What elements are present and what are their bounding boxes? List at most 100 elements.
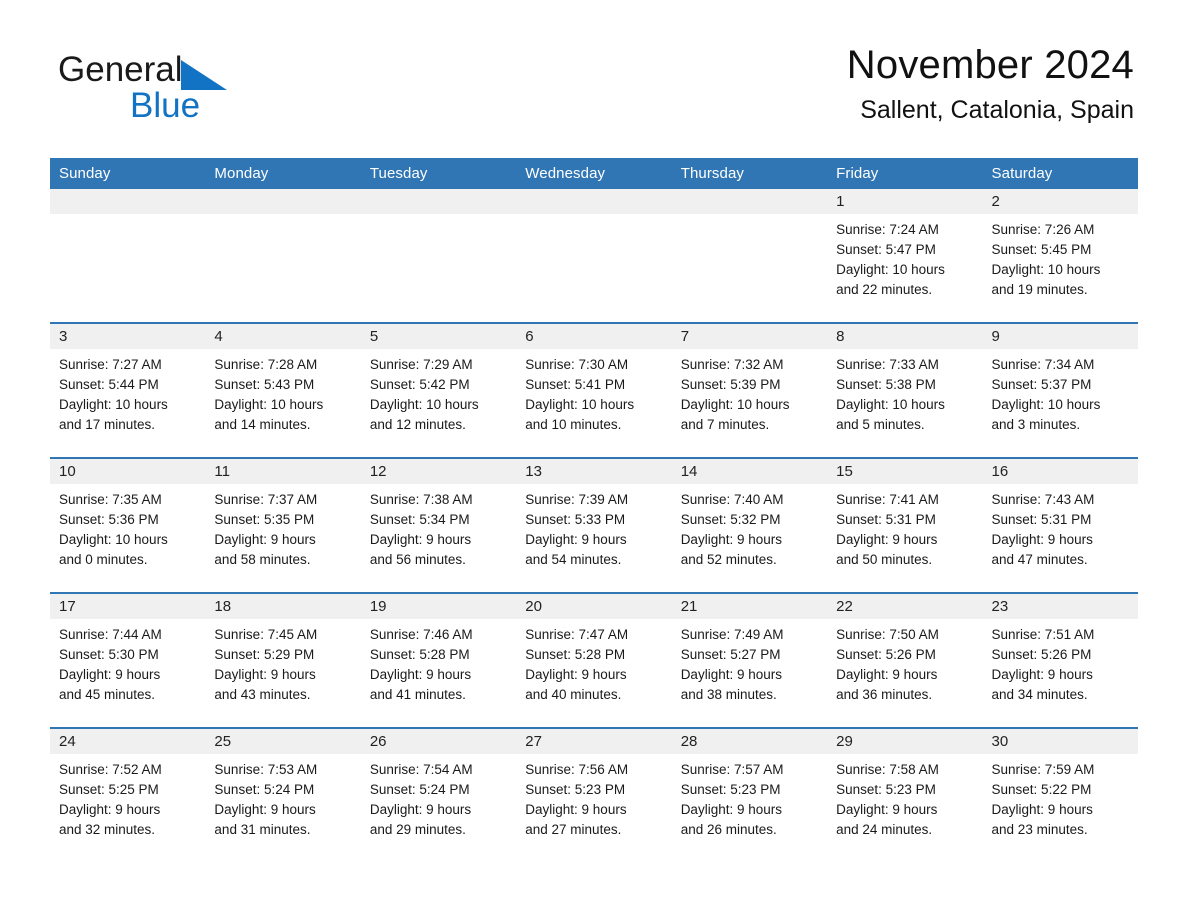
day-details: Sunrise: 7:33 AM Sunset: 5:38 PM Daylight:… (827, 349, 982, 435)
page-title: November 2024 (846, 43, 1134, 87)
day-detail-daylight-line2: and 52 minutes. (680, 552, 777, 567)
day-detail-sunset: Sunset: 5:30 PM (59, 647, 159, 662)
day-number: 27 (516, 729, 672, 754)
day-detail-sunrise: Sunrise: 7:51 AM (991, 627, 1095, 642)
calendar-day-cell[interactable]: 12 Sunrise: 7:38 AM Sunset: 5:34 PM Dayligh… (360, 457, 517, 593)
day-detail-sunset: Sunset: 5:44 PM (59, 377, 159, 392)
weekday-header-thursday: Thursday (671, 158, 828, 189)
day-detail-sunset: Sunset: 5:24 PM (214, 782, 315, 797)
calendar-day-cell[interactable]: 22 Sunrise: 7:50 AM Sunset: 5:26 PM Dayligh… (827, 592, 983, 728)
day-detail-daylight-line2: and 22 minutes. (836, 282, 933, 297)
day-number: 21 (671, 594, 828, 619)
day-detail-sunset: Sunset: 5:31 PM (991, 512, 1092, 527)
day-detail-sunrise: Sunrise: 7:32 AM (680, 357, 784, 372)
calendar-day-cell[interactable]: 30 Sunrise: 7:59 AM Sunset: 5:22 PM Dayligh… (982, 727, 1138, 862)
calendar-day-cell[interactable]: 10 Sunrise: 7:35 AM Sunset: 5:36 PM Dayligh… (50, 457, 206, 593)
calendar-day-cell[interactable]: 17 Sunrise: 7:44 AM Sunset: 5:30 PM Dayligh… (50, 592, 206, 728)
day-detail-sunset: Sunset: 5:31 PM (836, 512, 936, 527)
day-number: 7 (671, 324, 828, 349)
day-cell-content: 9 Sunrise: 7:34 AM Sunset: 5:37 PM Daylight… (982, 324, 1138, 457)
day-detail-daylight-line2: and 24 minutes. (836, 822, 933, 837)
day-detail-sunset: Sunset: 5:28 PM (369, 647, 470, 662)
day-details: Sunrise: 7:50 AM Sunset: 5:26 PM Daylight:… (827, 619, 982, 705)
day-detail-daylight-line2: and 17 minutes. (59, 417, 156, 432)
weekday-header-monday: Monday (205, 158, 361, 189)
day-number (50, 189, 206, 214)
calendar-day-cell[interactable]: 25 Sunrise: 7:53 AM Sunset: 5:24 PM Dayligh… (205, 727, 361, 862)
calendar-day-cell[interactable]: 18 Sunrise: 7:45 AM Sunset: 5:29 PM Dayligh… (205, 592, 361, 728)
calendar-day-cell[interactable]: 20 Sunrise: 7:47 AM Sunset: 5:28 PM Dayligh… (516, 592, 672, 728)
page-header: General Blue November 2024 Sallent, Cata… (0, 0, 1188, 123)
day-number: 14 (671, 459, 828, 484)
day-detail-sunset: Sunset: 5:28 PM (525, 647, 626, 662)
day-detail-daylight-line1: Daylight: 9 hours (214, 802, 316, 817)
day-detail-daylight-line2: and 23 minutes. (991, 822, 1088, 837)
day-number: 19 (360, 594, 517, 619)
calendar-day-cell[interactable]: 13 Sunrise: 7:39 AM Sunset: 5:33 PM Dayligh… (516, 457, 672, 593)
calendar-week-row: 3 Sunrise: 7:27 AM Sunset: 5:44 PM Daylight… (50, 322, 1138, 458)
day-details: Sunrise: 7:24 AM Sunset: 5:47 PM Daylight:… (827, 214, 982, 300)
day-cell-content: 24 Sunrise: 7:52 AM Sunset: 5:25 PM Dayligh… (50, 729, 206, 862)
calendar-day-cell[interactable]: 19 Sunrise: 7:46 AM Sunset: 5:28 PM Dayligh… (360, 592, 517, 728)
calendar-day-cell[interactable]: 23 Sunrise: 7:51 AM Sunset: 5:26 PM Dayligh… (982, 592, 1138, 728)
day-detail-sunrise: Sunrise: 7:44 AM (59, 627, 162, 642)
day-cell-content: 17 Sunrise: 7:44 AM Sunset: 5:30 PM Dayligh… (50, 594, 206, 727)
day-detail-daylight-line2: and 36 minutes. (836, 687, 933, 702)
day-number: 5 (360, 324, 517, 349)
calendar-day-cell[interactable]: 28 Sunrise: 7:57 AM Sunset: 5:23 PM Dayligh… (671, 727, 828, 862)
day-details: Sunrise: 7:27 AM Sunset: 5:44 PM Daylight:… (50, 349, 205, 435)
triangle-icon (180, 60, 227, 96)
calendar-day-cell[interactable]: 7 Sunrise: 7:32 AM Sunset: 5:39 PM Daylight… (671, 322, 828, 458)
calendar-day-cell[interactable]: 6 Sunrise: 7:30 AM Sunset: 5:41 PM Daylight… (516, 322, 672, 458)
calendar-day-cell[interactable]: 14 Sunrise: 7:40 AM Sunset: 5:32 PM Dayligh… (671, 457, 828, 593)
day-cell-content: 7 Sunrise: 7:32 AM Sunset: 5:39 PM Daylight… (671, 324, 828, 457)
calendar-day-cell[interactable]: 2 Sunrise: 7:26 AM Sunset: 5:45 PM Daylight… (982, 189, 1138, 323)
day-detail-daylight-line1: Daylight: 9 hours (59, 667, 161, 682)
calendar-day-cell[interactable]: 16 Sunrise: 7:43 AM Sunset: 5:31 PM Dayligh… (982, 457, 1138, 593)
day-detail-daylight-line2: and 38 minutes. (680, 687, 777, 702)
calendar-day-cell[interactable]: 1 Sunrise: 7:24 AM Sunset: 5:47 PM Daylight… (827, 189, 983, 323)
calendar-day-cell[interactable]: 4 Sunrise: 7:28 AM Sunset: 5:43 PM Daylight… (205, 322, 361, 458)
calendar-day-cell[interactable]: 26 Sunrise: 7:54 AM Sunset: 5:24 PM Dayligh… (360, 727, 517, 862)
calendar-day-cell[interactable]: 29 Sunrise: 7:58 AM Sunset: 5:23 PM Dayligh… (827, 727, 983, 862)
calendar-page: General Blue November 2024 Sallent, Cata… (0, 0, 1188, 918)
calendar-day-cell[interactable]: 11 Sunrise: 7:37 AM Sunset: 5:35 PM Dayligh… (205, 457, 361, 593)
day-detail-sunset: Sunset: 5:45 PM (991, 242, 1092, 257)
calendar-day-cell[interactable]: 9 Sunrise: 7:34 AM Sunset: 5:37 PM Daylight… (982, 322, 1138, 458)
day-cell-content: 28 Sunrise: 7:57 AM Sunset: 5:23 PM Dayligh… (671, 729, 828, 862)
day-cell-content (671, 189, 828, 322)
day-detail-sunset: Sunset: 5:42 PM (369, 377, 470, 392)
day-number: 2 (982, 189, 1138, 214)
day-detail-sunrise: Sunrise: 7:40 AM (680, 492, 784, 507)
calendar-week-row: 17 Sunrise: 7:44 AM Sunset: 5:30 PM Dayligh… (50, 592, 1138, 728)
day-detail-sunrise: Sunrise: 7:59 AM (991, 762, 1095, 777)
day-detail-sunrise: Sunrise: 7:27 AM (59, 357, 162, 372)
day-detail-daylight-line1: Daylight: 9 hours (369, 802, 472, 817)
day-details: Sunrise: 7:40 AM Sunset: 5:32 PM Daylight:… (672, 484, 827, 570)
day-cell-content: 22 Sunrise: 7:50 AM Sunset: 5:26 PM Dayligh… (827, 594, 983, 727)
day-detail-sunset: Sunset: 5:47 PM (836, 242, 936, 257)
day-detail-sunset: Sunset: 5:36 PM (59, 512, 159, 527)
day-detail-daylight-line1: Daylight: 9 hours (991, 802, 1093, 817)
title-block: November 2024 Sallent, Catalonia, Spain (846, 43, 1134, 125)
day-cell-content: 15 Sunrise: 7:41 AM Sunset: 5:31 PM Dayligh… (827, 459, 983, 592)
weekday-header-saturday: Saturday (982, 158, 1138, 189)
day-detail-daylight-line1: Daylight: 9 hours (59, 802, 161, 817)
calendar-day-cell[interactable]: 3 Sunrise: 7:27 AM Sunset: 5:44 PM Daylight… (50, 322, 206, 458)
day-detail-sunrise: Sunrise: 7:57 AM (680, 762, 784, 777)
day-detail-daylight-line1: Daylight: 9 hours (369, 532, 472, 547)
calendar-day-cell[interactable]: 15 Sunrise: 7:41 AM Sunset: 5:31 PM Dayligh… (827, 457, 983, 593)
day-detail-daylight-line1: Daylight: 9 hours (680, 532, 782, 547)
day-detail-daylight-line1: Daylight: 9 hours (680, 667, 782, 682)
day-number: 28 (671, 729, 828, 754)
day-detail-daylight-line1: Daylight: 9 hours (991, 667, 1093, 682)
logo-text-general: General (58, 50, 183, 89)
calendar-day-cell[interactable]: 5 Sunrise: 7:29 AM Sunset: 5:42 PM Daylight… (360, 322, 517, 458)
calendar-day-cell[interactable]: 8 Sunrise: 7:33 AM Sunset: 5:38 PM Daylight… (827, 322, 983, 458)
calendar-day-cell[interactable]: 21 Sunrise: 7:49 AM Sunset: 5:27 PM Dayligh… (671, 592, 828, 728)
calendar-day-cell[interactable]: 24 Sunrise: 7:52 AM Sunset: 5:25 PM Dayligh… (50, 727, 206, 862)
day-detail-daylight-line1: Daylight: 10 hours (525, 397, 635, 412)
day-detail-sunset: Sunset: 5:29 PM (214, 647, 315, 662)
calendar-day-cell[interactable]: 27 Sunrise: 7:56 AM Sunset: 5:23 PM Dayligh… (516, 727, 672, 862)
day-details: Sunrise: 7:26 AM Sunset: 5:45 PM Daylight:… (983, 214, 1138, 300)
